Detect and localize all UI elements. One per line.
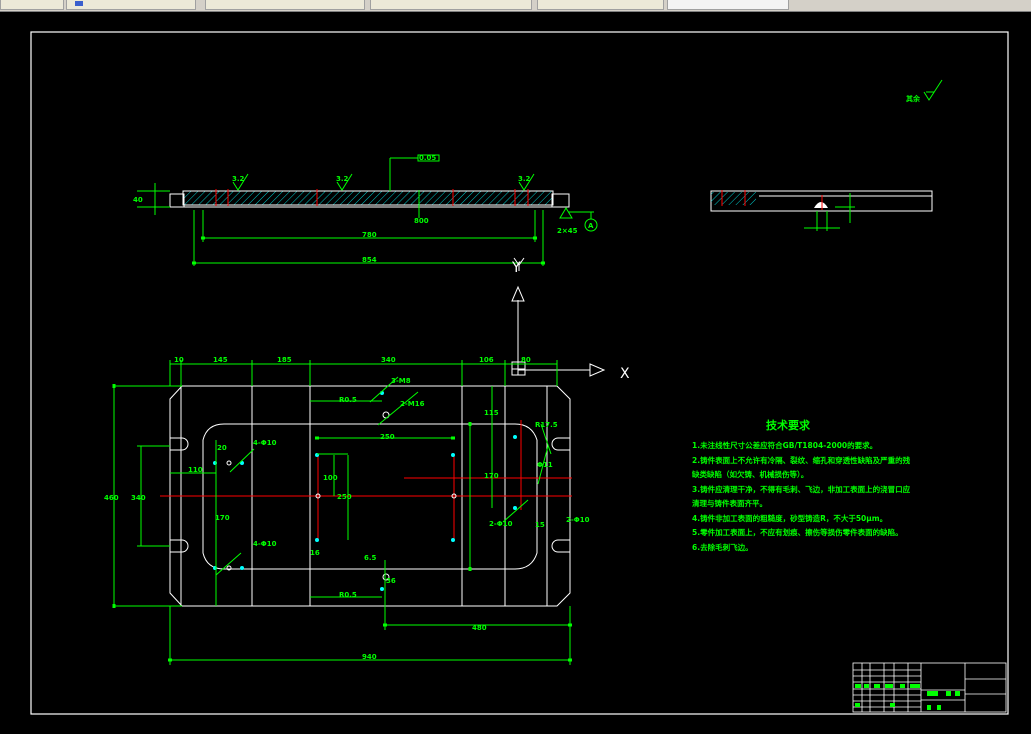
svg-text:185: 185 bbox=[277, 356, 292, 364]
svg-text:0.05: 0.05 bbox=[419, 154, 436, 162]
svg-text:Φ11: Φ11 bbox=[537, 461, 553, 469]
svg-text:250: 250 bbox=[337, 493, 352, 501]
svg-text:3.铸件应清理干净，不得有毛刺、飞边，非加工表面上的浇冒口应: 3.铸件应清理干净，不得有毛刺、飞边，非加工表面上的浇冒口应 bbox=[692, 484, 911, 494]
svg-text:Y: Y bbox=[511, 260, 521, 276]
svg-text:缺类缺陷（如欠铸、机械损伤等）。: 缺类缺陷（如欠铸、机械损伤等）。 bbox=[691, 469, 808, 479]
svg-text:10: 10 bbox=[174, 356, 184, 364]
svg-text:4-Φ10: 4-Φ10 bbox=[253, 439, 277, 447]
svg-text:3.2: 3.2 bbox=[518, 175, 531, 183]
tab[interactable] bbox=[205, 0, 365, 10]
svg-text:170: 170 bbox=[484, 472, 499, 480]
app-icon bbox=[75, 1, 83, 6]
tab[interactable] bbox=[370, 0, 532, 10]
svg-text:6.5: 6.5 bbox=[364, 554, 377, 562]
svg-text:A: A bbox=[588, 222, 594, 230]
svg-text:460: 460 bbox=[104, 494, 119, 502]
svg-text:854: 854 bbox=[362, 256, 377, 264]
svg-text:100: 100 bbox=[323, 474, 338, 482]
svg-text:20: 20 bbox=[217, 444, 227, 452]
svg-text:110: 110 bbox=[188, 466, 203, 474]
svg-text:340: 340 bbox=[131, 494, 146, 502]
tab[interactable] bbox=[537, 0, 664, 10]
tech-requirements-title: 技术要求 bbox=[766, 418, 811, 432]
svg-text:2.铸件表面上不允许有冷隔、裂纹、缩孔和穿透性缺陷及严重的残: 2.铸件表面上不允许有冷隔、裂纹、缩孔和穿透性缺陷及严重的残 bbox=[692, 455, 911, 465]
svg-text:115: 115 bbox=[484, 409, 499, 417]
svg-text:800: 800 bbox=[414, 217, 429, 225]
svg-text:4-Φ10: 4-Φ10 bbox=[253, 540, 277, 548]
svg-text:R0.5: R0.5 bbox=[339, 591, 357, 599]
tab[interactable] bbox=[66, 0, 196, 10]
tab-active[interactable] bbox=[667, 0, 789, 10]
svg-text:R0.5: R0.5 bbox=[339, 396, 357, 404]
tab[interactable] bbox=[0, 0, 64, 10]
svg-text:15: 15 bbox=[535, 521, 545, 529]
svg-text:6.去除毛刺飞边。: 6.去除毛刺飞边。 bbox=[692, 542, 753, 552]
svg-text:170: 170 bbox=[215, 514, 230, 522]
svg-text:940: 940 bbox=[362, 653, 377, 661]
svg-text:250: 250 bbox=[380, 433, 395, 441]
svg-text:2-Φ10: 2-Φ10 bbox=[489, 520, 513, 528]
svg-text:480: 480 bbox=[472, 624, 487, 632]
svg-text:80: 80 bbox=[521, 356, 531, 364]
svg-text:其余: 其余 bbox=[906, 94, 921, 103]
svg-text:340: 340 bbox=[381, 356, 396, 364]
svg-text:2-Φ10: 2-Φ10 bbox=[566, 516, 590, 524]
svg-text:145: 145 bbox=[213, 356, 228, 364]
svg-text:3.2: 3.2 bbox=[336, 175, 349, 183]
svg-text:40: 40 bbox=[133, 196, 143, 204]
svg-text:X: X bbox=[620, 366, 630, 382]
svg-text:780: 780 bbox=[362, 231, 377, 239]
svg-text:1.未注线性尺寸公差应符合GB/T1804-2000的要求。: 1.未注线性尺寸公差应符合GB/T1804-2000的要求。 bbox=[692, 440, 877, 450]
svg-text:3.2: 3.2 bbox=[232, 175, 245, 183]
svg-text:16: 16 bbox=[310, 549, 320, 557]
svg-text:2-M16: 2-M16 bbox=[400, 400, 425, 408]
svg-text:2×45: 2×45 bbox=[557, 227, 578, 235]
svg-text:R17.5: R17.5 bbox=[535, 421, 558, 429]
svg-text:36: 36 bbox=[386, 577, 396, 585]
svg-text:106: 106 bbox=[479, 356, 494, 364]
svg-text:3-M8: 3-M8 bbox=[391, 377, 411, 385]
svg-text:清理与铸件表面齐平。: 清理与铸件表面齐平。 bbox=[692, 498, 767, 508]
cad-drawing-canvas[interactable]: 其余 780 854 800 40 3.2 3.2 3.2 A 0.05 2×4… bbox=[0, 12, 1031, 734]
svg-text:4.铸件非加工表面的粗糙度，砂型铸造R，不大于50μm。: 4.铸件非加工表面的粗糙度，砂型铸造R，不大于50μm。 bbox=[692, 513, 887, 523]
application-tab-bar bbox=[0, 0, 1031, 12]
svg-text:5.零件加工表面上，不应有划痕、擦伤等损伤零件表面的缺陷。: 5.零件加工表面上，不应有划痕、擦伤等损伤零件表面的缺陷。 bbox=[692, 527, 903, 537]
